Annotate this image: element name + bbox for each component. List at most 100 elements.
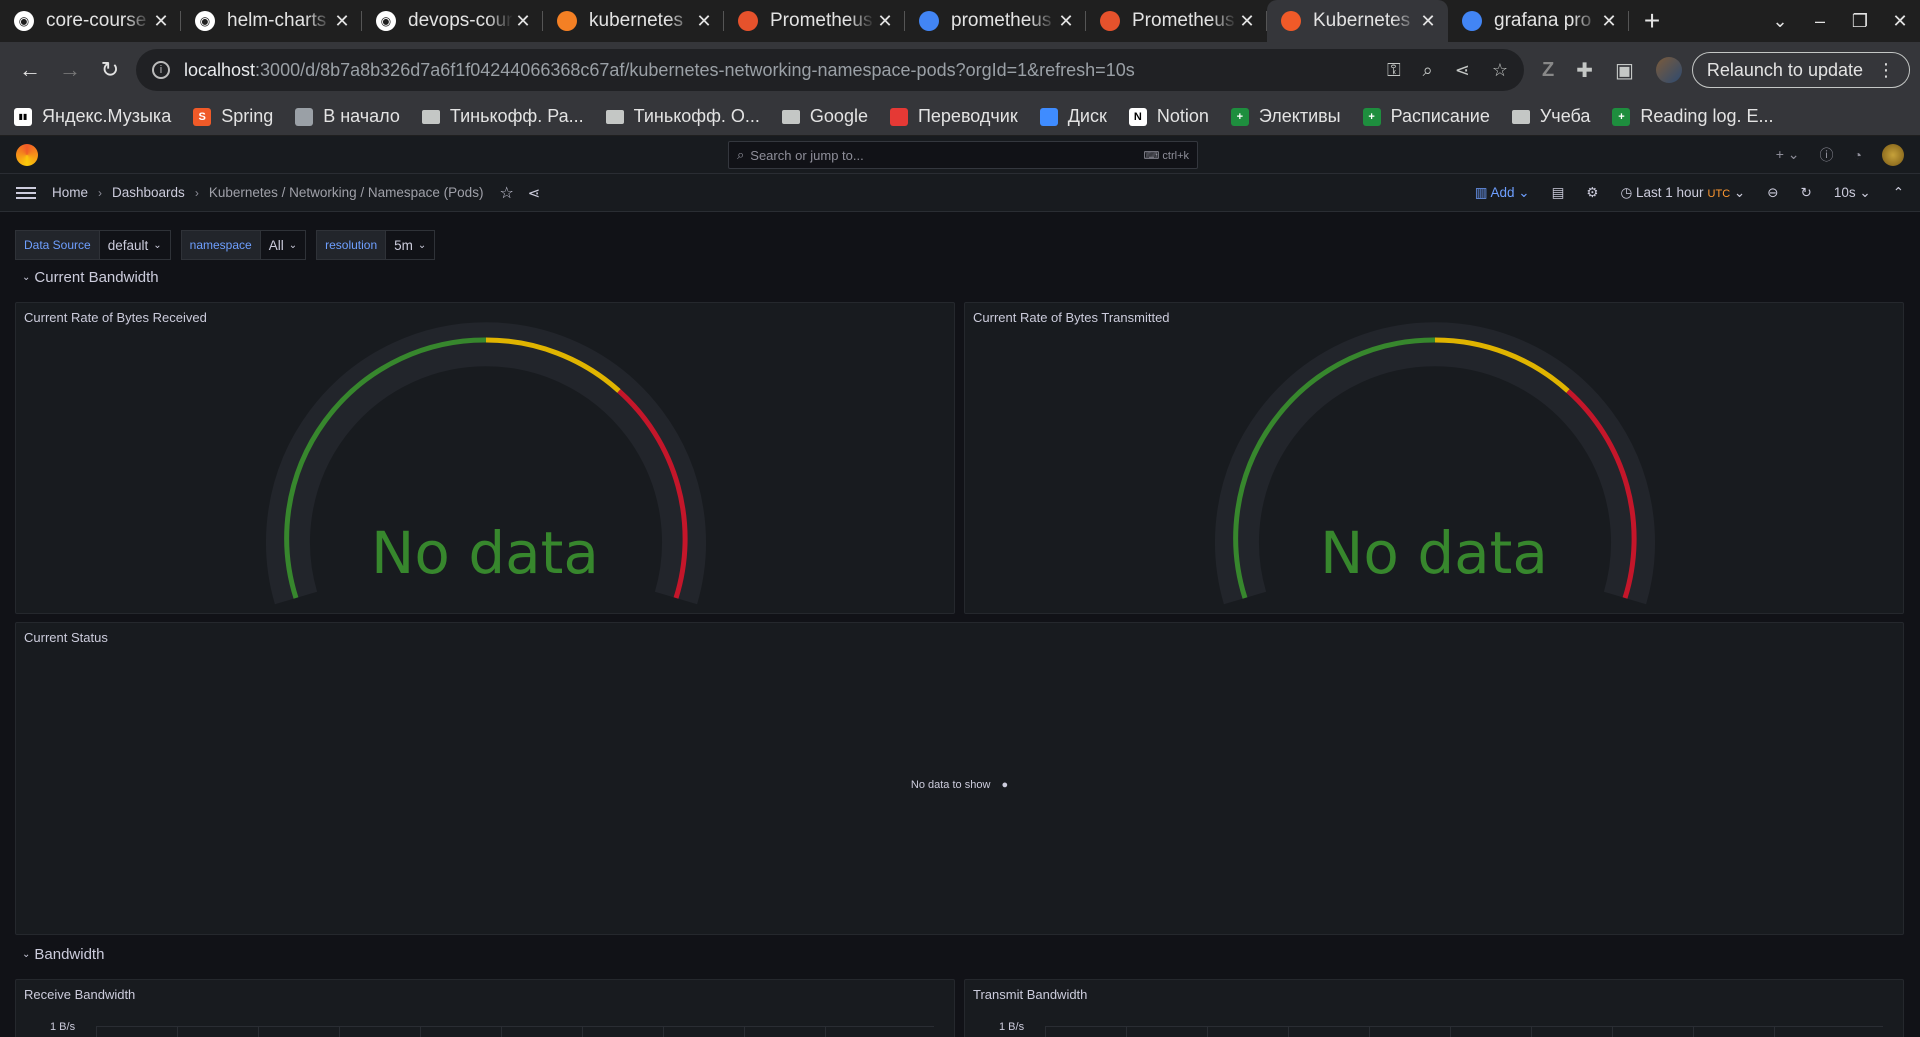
panel-bytes-received[interactable]: Current Rate of Bytes Received No data — [15, 302, 955, 614]
browser-tab[interactable]: Prometheus ✕ — [1086, 0, 1267, 42]
tab-search-icon[interactable]: ⌄ — [1760, 11, 1800, 32]
bookmark-item[interactable]: Учеба — [1511, 106, 1590, 127]
tab-close-icon[interactable]: ✕ — [1599, 11, 1619, 32]
bookmark-item[interactable]: В начало — [295, 106, 400, 127]
breadcrumb-dashboards[interactable]: Dashboards — [112, 185, 185, 200]
user-avatar[interactable] — [1882, 143, 1904, 166]
bookmark-item[interactable]: Диск — [1039, 106, 1107, 127]
extensions-icon[interactable]: ✚ — [1576, 58, 1593, 83]
tab-close-icon[interactable]: ✕ — [151, 11, 171, 32]
no-data-message: No data to show ● — [910, 778, 1009, 791]
collapse-icon[interactable]: ⌃ — [1893, 185, 1904, 201]
search-input[interactable]: ⌕ Search or jump to... ⌨ ctrl+k — [728, 141, 1198, 169]
tab-title: kubernetes — [589, 10, 684, 31]
bookmark-star-icon[interactable]: ☆ — [1492, 60, 1508, 81]
more-menu-icon[interactable]: ⋮ — [1877, 60, 1895, 81]
bookmark-item[interactable]: ▮▮ Яндекс.Музыка — [14, 106, 171, 127]
grafana-icon — [1281, 11, 1301, 31]
zoom-out-icon[interactable]: ⊖ — [1767, 185, 1778, 201]
bookmark-item[interactable]: S Spring — [193, 106, 273, 127]
tab-close-icon[interactable]: ✕ — [1418, 11, 1438, 32]
bookmark-item[interactable]: + Элективы — [1230, 106, 1341, 127]
row-current-bandwidth[interactable]: ⌄ Current Bandwidth — [0, 262, 159, 292]
browser-tab[interactable]: ◉ devops-course✕ — [362, 0, 543, 42]
profile-avatar[interactable] — [1655, 57, 1682, 83]
refresh-interval[interactable]: 10s ⌄ — [1834, 185, 1871, 201]
variable-select[interactable]: All ⌄ — [260, 230, 307, 260]
relaunch-button[interactable]: Relaunch to update ⋮ — [1691, 52, 1910, 88]
panel-bytes-transmitted[interactable]: Current Rate of Bytes Transmitted No dat… — [964, 302, 1904, 614]
tab-close-icon[interactable]: ✕ — [875, 11, 895, 32]
close-window-icon[interactable]: ✕ — [1880, 11, 1920, 32]
minimize-icon[interactable]: – — [1800, 11, 1840, 32]
browser-tab[interactable]: Kubernetes ✕ — [1267, 0, 1448, 42]
tab-close-icon[interactable]: ✕ — [513, 11, 533, 32]
search-placeholder: Search or jump to... — [750, 147, 864, 163]
save-icon[interactable]: ▤ — [1552, 185, 1565, 201]
side-panel-icon[interactable]: ▣ — [1615, 58, 1634, 83]
time-picker[interactable]: ◷ Last 1 hour UTC ⌄ — [1620, 185, 1745, 201]
bookmark-item[interactable]: Тинькофф. Ра... — [421, 106, 584, 127]
bookmark-item[interactable]: + Reading log. E... — [1612, 106, 1774, 127]
bookmark-label: Тинькофф. О... — [633, 106, 760, 126]
gridline — [1612, 1026, 1613, 1037]
variable-select[interactable]: 5m ⌄ — [386, 230, 436, 260]
help-icon[interactable]: ⓘ — [1820, 145, 1834, 165]
browser-tab[interactable]: prometheus ✕ — [905, 0, 1086, 42]
bookmark-item[interactable]: Тинькофф. О... — [605, 106, 760, 127]
gridline — [1288, 1026, 1289, 1037]
menu-icon[interactable] — [16, 184, 36, 202]
zotero-icon[interactable]: Z — [1542, 59, 1554, 82]
share-icon[interactable]: ⋖ — [1455, 60, 1470, 81]
sheets-icon: + — [1230, 107, 1249, 126]
bookmark-label: Google — [809, 106, 868, 126]
chevron-down-icon: ⌄ — [288, 239, 298, 251]
new-plus-icon[interactable]: + ⌄ — [1776, 146, 1800, 163]
chevron-down-icon: ⌄ — [153, 239, 162, 251]
browser-tab[interactable]: ◉ helm-charts ✕ — [181, 0, 362, 42]
tab-close-icon[interactable]: ✕ — [1056, 11, 1076, 32]
site-info-icon[interactable]: i — [152, 61, 170, 79]
gridline — [420, 1026, 421, 1037]
bookmark-item[interactable]: Google — [781, 106, 868, 127]
grafana-logo-icon[interactable] — [16, 143, 38, 166]
y-axis-label: 1 B/s — [999, 1021, 1025, 1033]
news-rss-icon[interactable]: ◔ — [1854, 147, 1862, 163]
help-circle-icon[interactable]: ● — [1001, 779, 1008, 791]
new-tab-button[interactable]: + — [1629, 0, 1675, 42]
settings-gear-icon[interactable]: ⚙ — [1586, 185, 1598, 201]
star-icon[interactable]: ☆ — [499, 183, 513, 203]
share-dashboard-icon[interactable]: ⋖ — [528, 184, 541, 202]
browser-tab[interactable]: kubernetes ✕ — [543, 0, 724, 42]
gridline — [1531, 1026, 1532, 1037]
back-icon[interactable]: ← — [10, 50, 50, 90]
prometheus-icon — [1100, 11, 1120, 31]
variable-select[interactable]: default ⌄ — [99, 230, 171, 260]
reload-icon[interactable]: ↻ — [90, 50, 130, 90]
tab-close-icon[interactable]: ✕ — [332, 11, 352, 32]
tab-close-icon[interactable]: ✕ — [694, 11, 714, 32]
bookmark-item[interactable]: + Расписание — [1362, 106, 1490, 127]
tab-close-icon[interactable]: ✕ — [1237, 11, 1257, 32]
browser-tab[interactable]: grafana pro ✕ — [1448, 0, 1629, 42]
gridline — [1045, 1026, 1046, 1037]
browser-tab[interactable]: ◉ core-course ✕ — [0, 0, 181, 42]
address-bar[interactable]: i localhost:3000/d/8b7a8b326d7a6f1f04244… — [136, 49, 1524, 91]
bookmark-item[interactable]: N Notion — [1128, 106, 1209, 127]
breadcrumb-home[interactable]: Home — [52, 185, 88, 200]
row-bandwidth[interactable]: ⌄ Bandwidth — [0, 939, 104, 969]
refresh-icon[interactable]: ↻ — [1801, 185, 1812, 201]
panel-receive-bandwidth[interactable]: Receive Bandwidth 1 B/s — [15, 979, 955, 1037]
google-icon — [1462, 11, 1482, 31]
restore-icon[interactable]: ❐ — [1840, 11, 1880, 32]
add-button[interactable]: ▥ Add ⌄ — [1475, 185, 1530, 201]
panel-transmit-bandwidth[interactable]: Transmit Bandwidth 1 B/s — [964, 979, 1904, 1037]
forward-icon[interactable]: → — [50, 50, 90, 90]
panel-title: Transmit Bandwidth — [973, 987, 1088, 1002]
panel-current-status[interactable]: Current Status No data to show ● — [15, 622, 1904, 935]
browser-tab[interactable]: Prometheus ✕ — [724, 0, 905, 42]
zoom-icon[interactable]: ⌕ — [1423, 60, 1433, 81]
password-key-icon[interactable]: ⚿ — [1387, 60, 1401, 81]
google-icon — [919, 11, 939, 31]
bookmark-item[interactable]: Переводчик — [889, 106, 1018, 127]
